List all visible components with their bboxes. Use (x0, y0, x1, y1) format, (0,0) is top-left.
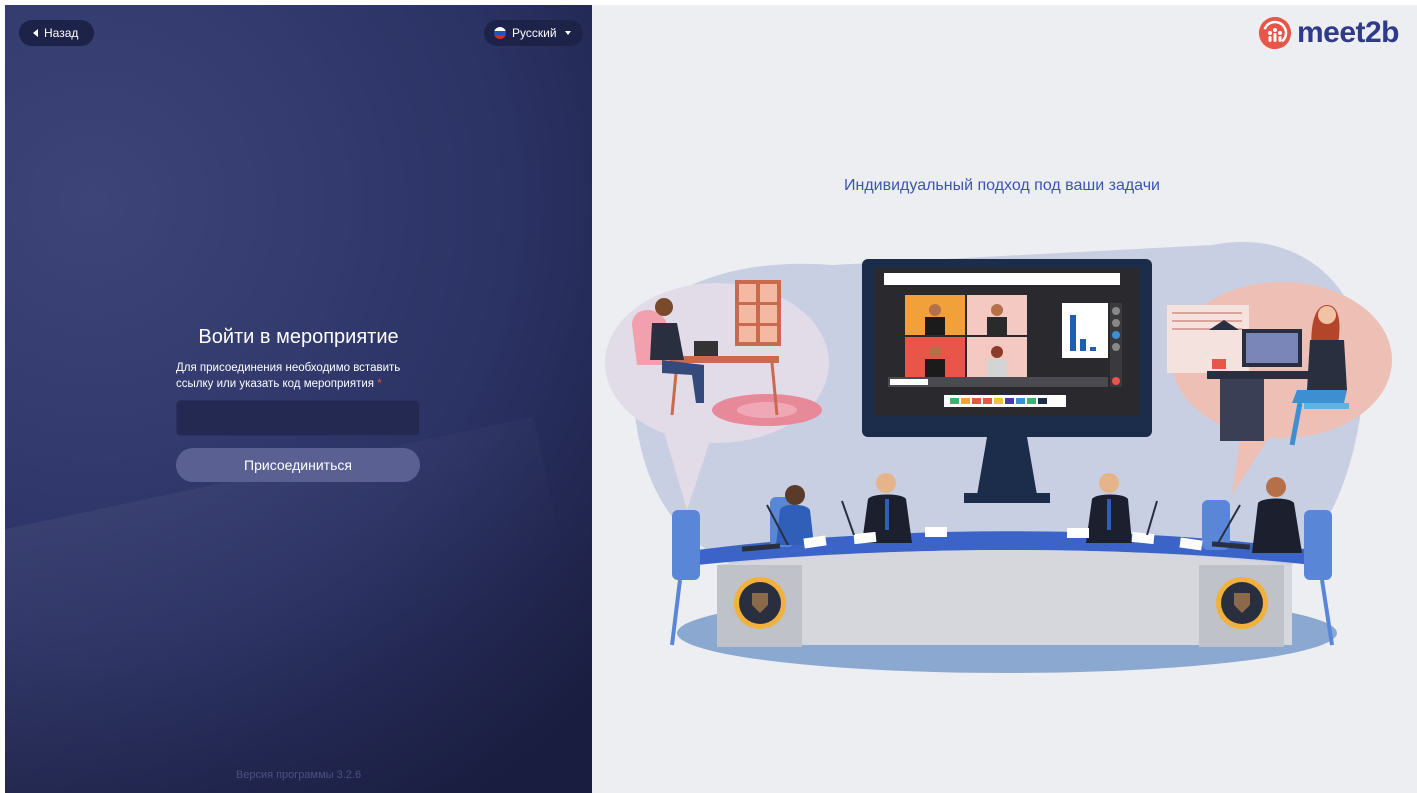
back-label: Назад (44, 26, 79, 40)
join-hint: Для присоединения необходимо вставить сс… (176, 360, 421, 392)
back-button[interactable]: Назад (19, 20, 95, 46)
event-code-input[interactable] (176, 400, 420, 436)
join-hint-text: Для присоединения необходимо вставить сс… (176, 362, 401, 390)
app-version: Версия программы 3.2.6 (235, 769, 362, 781)
language-label: Русский (512, 26, 557, 40)
russian-flag-icon (494, 27, 506, 39)
required-mark: * (377, 378, 382, 390)
join-panel: Назад Русский Войти в мероприятие Для пр… (5, 5, 592, 793)
join-button[interactable]: Присоединиться (176, 448, 420, 482)
join-form: Войти в мероприятие Для присоединения не… (176, 323, 421, 482)
caret-left-icon (33, 29, 38, 37)
conference-illustration (605, 241, 1392, 673)
promo-panel: meet2b Индивидуальный подход под ваши за… (592, 5, 1417, 793)
chevron-down-icon (564, 31, 571, 35)
page-title: Войти в мероприятие (198, 326, 399, 348)
language-selector[interactable]: Русский (484, 20, 583, 46)
